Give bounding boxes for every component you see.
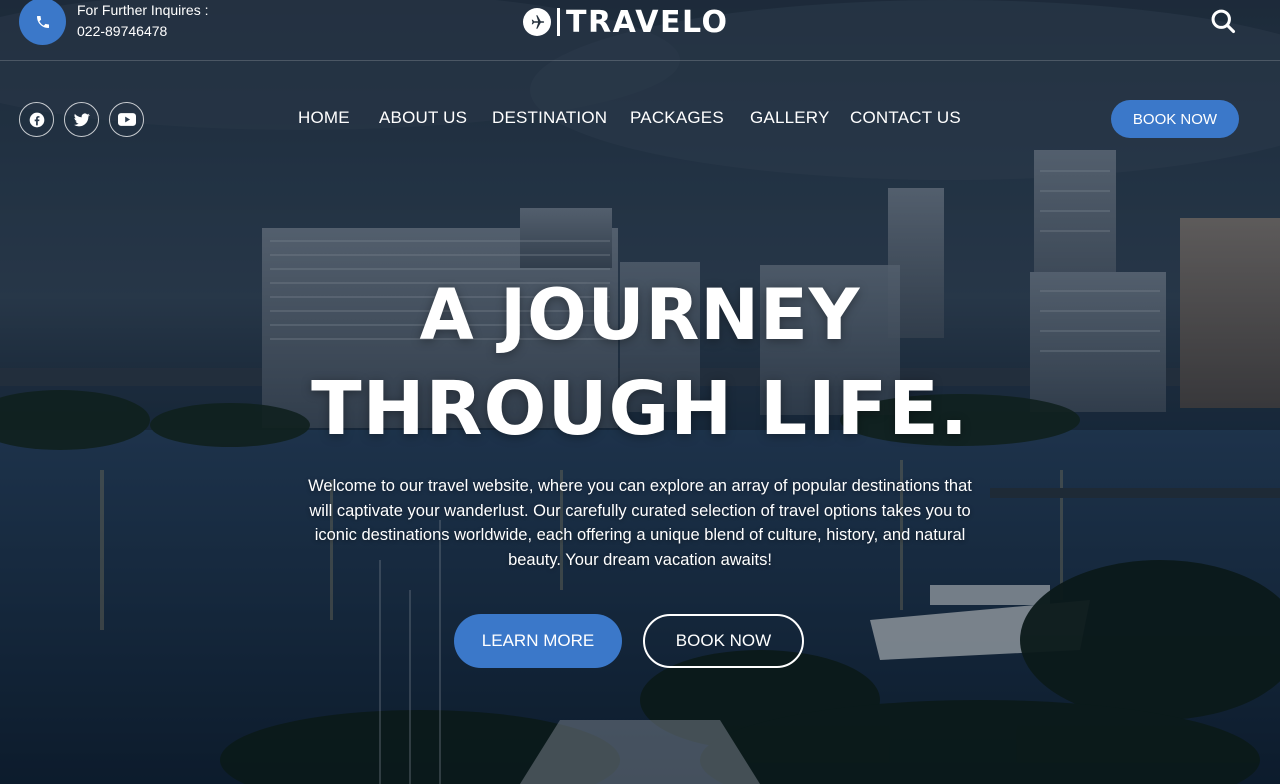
nav-item-about-us[interactable]: ABOUT US	[379, 108, 467, 128]
intro-line: iconic destinations worldwide, each offe…	[314, 526, 966, 544]
logo-divider	[557, 8, 560, 36]
phone-number[interactable]: 022-89746478	[77, 23, 167, 39]
intro-line: Welcome to our travel website, where you…	[308, 477, 972, 495]
intro-line: will captivate your wanderlust. Our care…	[309, 501, 971, 520]
search-icon[interactable]	[1208, 6, 1238, 36]
hero-headline-line1: A JOURNEY	[419, 274, 861, 356]
learn-more-button[interactable]: LEARN MORE	[454, 614, 622, 668]
airplane-icon	[523, 8, 551, 36]
hero-headline-line2: THROUGH LIFE.	[311, 366, 969, 452]
site-logo[interactable]: TRAVELO	[523, 4, 729, 40]
top-info-bar: For Further Inquires : 022-89746478 TRAV…	[0, 0, 1280, 61]
hero-intro-text: Welcome to our travel website, where you…	[262, 474, 1018, 572]
intro-line: beauty. Your dream vacation awaits!	[508, 550, 772, 569]
hero-book-now-button[interactable]: BOOK NOW	[643, 614, 804, 668]
main-navigation: HOME ABOUT US DESTINATION PACKAGES GALLE…	[0, 108, 1280, 132]
phone-icon[interactable]	[19, 0, 66, 45]
nav-item-destination[interactable]: DESTINATION	[492, 108, 607, 128]
logo-text: TRAVELO	[566, 4, 729, 40]
header-book-now-button[interactable]: BOOK NOW	[1111, 100, 1239, 138]
nav-item-contact-us[interactable]: CONTACT US	[850, 108, 961, 128]
inquiry-label: For Further Inquires :	[77, 2, 209, 18]
nav-item-home[interactable]: HOME	[298, 108, 350, 128]
nav-item-packages[interactable]: PACKAGES	[630, 108, 724, 128]
nav-item-gallery[interactable]: GALLERY	[750, 108, 830, 128]
